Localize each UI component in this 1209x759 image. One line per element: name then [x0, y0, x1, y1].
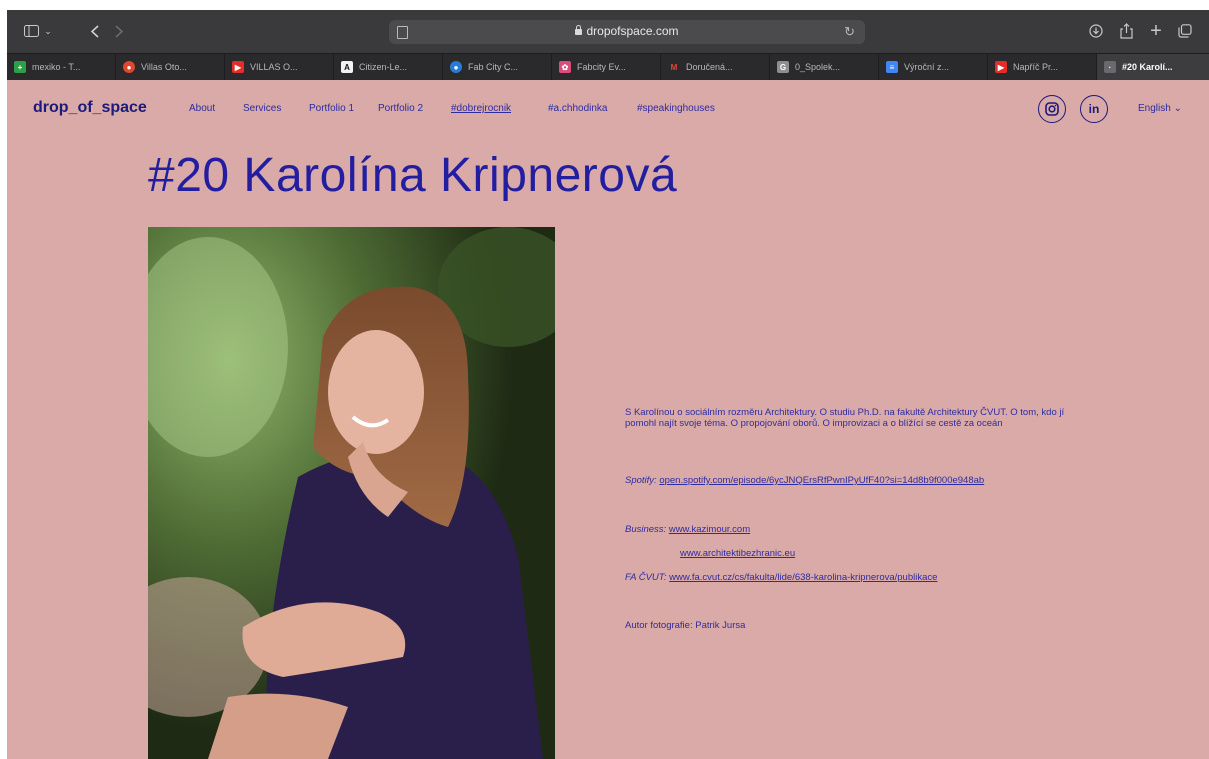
facvut-link[interactable]: www.fa.cvut.cz/cs/fakulta/lide/638-karol… [669, 572, 937, 583]
tab-bar: + mexiko - T... ● Villas Oto... ▶ VILLAS O.… [7, 53, 1209, 80]
tab-favicon-icon: G [777, 61, 789, 73]
nav-services[interactable]: Services [243, 103, 281, 114]
nav-achhodinka[interactable]: #a.chhodinka [548, 103, 608, 114]
business-line: Business: www.kazimour.com [625, 524, 750, 535]
business-link-kazimour[interactable]: www.kazimour.com [669, 524, 750, 535]
chevron-down-icon: ⌄ [1173, 103, 1182, 114]
browser-tab[interactable]: A Citizen-Le... [334, 54, 443, 80]
forward-icon[interactable] [113, 22, 125, 40]
browser-tab[interactable]: G 0_Spolek... [770, 54, 879, 80]
download-icon[interactable] [1088, 22, 1104, 40]
tab-label: Fab City C... [468, 62, 519, 72]
nav-dobrejrocnik[interactable]: #dobrejrocnik [451, 103, 511, 114]
tab-label: Villas Oto... [141, 62, 187, 72]
facvut-label: FA ČVUT: [625, 572, 667, 583]
site-header: drop_of_space About Services Portfolio 1… [7, 79, 1209, 135]
tab-favicon-icon: ● [450, 61, 462, 73]
browser-tab[interactable]: ▶ VILLAS O... [225, 54, 334, 80]
business-line-2: www.architektibezhranic.eu [680, 548, 795, 559]
photo-credit: Autor fotografie: Patrik Jursa [625, 620, 746, 631]
language-label: English [1138, 103, 1171, 114]
tab-favicon-icon: ▶ [232, 61, 244, 73]
tab-label: mexiko - T... [32, 62, 81, 72]
address-bar[interactable]: dropofspace.com ↻ [389, 20, 865, 44]
tab-label: VILLAS O... [250, 62, 298, 72]
lock-icon [575, 25, 583, 35]
chevron-down-icon[interactable]: ⌄ [43, 22, 53, 40]
browser-tab[interactable]: ✿ Fabcity Ev... [552, 54, 661, 80]
linkedin-icon[interactable]: in [1080, 95, 1108, 123]
browser-tab[interactable]: ● Villas Oto... [116, 54, 225, 80]
tab-favicon-icon: ● [123, 61, 135, 73]
tab-favicon-icon: M [670, 62, 678, 72]
tab-label: #20 Karolí... [1122, 62, 1173, 72]
tab-overview-icon[interactable] [1177, 22, 1193, 40]
tab-favicon-icon: · [1104, 61, 1116, 73]
tab-label: Napříč Pr... [1013, 62, 1059, 72]
tab-label: 0_Spolek... [795, 62, 841, 72]
browser-window: ⌄ dropofspace.com ↻ + + mexiko - T... ● Vi… [7, 10, 1209, 759]
instagram-icon[interactable] [1038, 95, 1066, 123]
nav-speakinghouses[interactable]: #speakinghouses [637, 103, 715, 114]
browser-tab[interactable]: ● Fab City C... [443, 54, 552, 80]
nav-portfolio-2[interactable]: Portfolio 2 [378, 103, 423, 114]
portrait-photo [148, 227, 555, 759]
share-icon[interactable] [1118, 22, 1134, 40]
tab-favicon-icon: ▶ [995, 61, 1007, 73]
spotify-link[interactable]: open.spotify.com/episode/6ycJNQErsRfPwnI… [659, 475, 984, 486]
linkedin-label: in [1088, 102, 1100, 116]
site-logo[interactable]: drop_of_space [33, 99, 147, 117]
sidebar-icon[interactable] [23, 22, 39, 40]
nav-portfolio-1[interactable]: Portfolio 1 [309, 103, 354, 114]
browser-tab[interactable]: M Doručená... [661, 54, 770, 80]
new-tab-icon[interactable]: + [1148, 20, 1164, 42]
tab-favicon-icon: ✿ [559, 61, 571, 73]
tab-label: Doručená... [686, 62, 733, 72]
browser-tab[interactable]: ≡ Výroční z... [879, 54, 988, 80]
tab-favicon-icon: + [14, 61, 26, 73]
tab-label: Citizen-Le... [359, 62, 408, 72]
page-title: #20 Karolína Kripnerová [148, 149, 678, 202]
browser-tab[interactable]: + mexiko - T... [7, 54, 116, 80]
facvut-line: FA ČVUT: www.fa.cvut.cz/cs/fakulta/lide/… [625, 572, 937, 583]
tab-favicon-icon: ≡ [886, 61, 898, 73]
spotify-line: Spotify: open.spotify.com/episode/6ycJNQ… [625, 475, 984, 486]
url-text: dropofspace.com [586, 24, 679, 38]
business-link-architektibezhranic[interactable]: www.architektibezhranic.eu [680, 548, 795, 559]
browser-tab[interactable]: ▶ Napříč Pr... [988, 54, 1097, 80]
business-label: Business: [625, 524, 667, 535]
browser-toolbar: ⌄ dropofspace.com ↻ + [7, 10, 1209, 53]
reload-icon[interactable]: ↻ [844, 24, 855, 40]
nav-about[interactable]: About [189, 103, 215, 114]
spotify-label: Spotify: [625, 475, 657, 486]
browser-tab-active[interactable]: · #20 Karolí... [1097, 54, 1209, 80]
back-icon[interactable] [89, 22, 101, 40]
tab-favicon-icon: A [341, 61, 353, 73]
tab-label: Výroční z... [904, 62, 950, 72]
tab-label: Fabcity Ev... [577, 62, 626, 72]
episode-description: S Karolínou o sociálním rozměru Architek… [625, 407, 1065, 429]
language-selector[interactable]: English ⌄ [1138, 103, 1182, 114]
